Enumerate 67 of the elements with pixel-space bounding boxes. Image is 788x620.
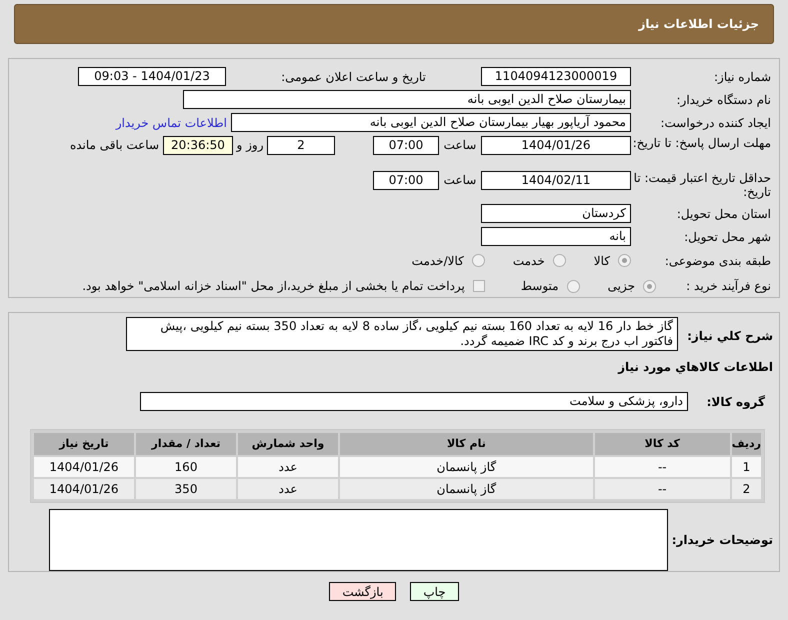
field-label: جزیی xyxy=(608,279,635,294)
radio-button[interactable] xyxy=(552,254,566,268)
table-cell: 1404/01/26 xyxy=(34,479,134,499)
field-label: ایجاد کننده درخواست: xyxy=(659,116,771,130)
field-label: حداقل تاریخ اعتبار قیمت: تا تاریخ: xyxy=(632,171,771,200)
buyer-org-field: بیمارستان صلاح الدین ایوبی بانه xyxy=(183,90,631,109)
table-cell: 2 xyxy=(732,479,761,499)
field-label: تاریخ و ساعت اعلان عمومی: xyxy=(280,70,427,84)
validity-time-field: 07:00 xyxy=(373,171,439,190)
field-label: نام دستگاه خریدار: xyxy=(676,92,771,106)
column-header: واحد شمارش xyxy=(238,433,338,455)
days-field: 2 xyxy=(267,136,335,155)
table-cell: 350 xyxy=(136,479,236,499)
province-field: کردستان xyxy=(481,204,631,224)
page-title: جزئیات اطلاعات نیاز xyxy=(638,16,759,33)
remaining-time-field: 20:36:50 xyxy=(163,136,233,155)
field-label: توضیحات خریدار: xyxy=(670,533,773,547)
column-header: تاریخ نیاز xyxy=(34,433,134,455)
table-cell: 1404/01/26 xyxy=(34,457,134,477)
column-header: ردیف xyxy=(732,433,761,455)
field-label: گروه کالا: xyxy=(706,394,766,408)
column-header: نام کالا xyxy=(340,433,593,455)
description-field[interactable]: گاز خط دار 16 لایه به تعداد 160 بسته نیم کیلویی ،گاز ساده 8 لایه به تعداد 350 بسته نیم کیلویی ،پیش فاکتور اب درج برند و کد IRC ضمیمه گردد. xyxy=(126,317,678,351)
field-label: پرداخت تمام یا بخشی از مبلغ خرید،از محل "اسناد خزانه اسلامی" خواهد بود. xyxy=(82,279,465,294)
field-label: اطلاعات کالاهاي مورد نياز xyxy=(618,360,773,374)
validity-date-field: 1404/02/11 xyxy=(481,171,631,190)
buyer-notes-field[interactable] xyxy=(49,509,668,571)
table-cell: عدد xyxy=(238,457,338,477)
table-cell: -- xyxy=(594,479,730,499)
field-label: کالا xyxy=(594,254,610,268)
field-label: کالا/خدمت xyxy=(412,254,464,268)
field-label: خدمت xyxy=(512,254,545,268)
field-label: مهلت ارسال پاسخ: تا تاریخ: xyxy=(632,136,771,150)
table-cell: 1 xyxy=(732,457,761,477)
radio-button[interactable] xyxy=(643,280,656,293)
buyer-contact-link[interactable]: اطلاعات تماس خریدار xyxy=(116,114,227,132)
table-cell: گاز پانسمان xyxy=(340,479,593,499)
requester-field: محمود آریاپور بهیار بیمارستان صلاح الدین ایوبی بانه xyxy=(231,113,631,132)
field-label: شرح کلي نياز: xyxy=(686,329,773,343)
print-button[interactable]: چاپ xyxy=(410,582,459,601)
table-cell: 160 xyxy=(136,457,236,477)
goods-group-field: دارو، پزشکی و سلامت xyxy=(140,392,688,411)
table-cell: گاز پانسمان xyxy=(340,457,593,477)
radio-button[interactable] xyxy=(566,280,580,293)
deadline-date-field: 1404/01/26 xyxy=(481,136,631,155)
field-label: شماره نیاز: xyxy=(713,70,771,84)
city-field: بانه xyxy=(481,227,631,246)
deadline-time-field: 07:00 xyxy=(373,136,439,155)
field-label: متوسط xyxy=(520,279,559,294)
field-label: ساعت xyxy=(442,173,478,188)
column-header: تعداد / مقدار xyxy=(136,433,236,455)
table-cell: -- xyxy=(594,457,730,477)
announce-date-field: 1404/01/23 - 09:03 xyxy=(78,67,226,86)
field-label: استان محل تحویل: xyxy=(676,206,771,221)
radio-button[interactable] xyxy=(472,254,485,268)
payment-checkbox[interactable] xyxy=(472,280,485,292)
field-label: طبقه بندی موضوعی: xyxy=(664,254,771,268)
back-button[interactable]: بازگشت xyxy=(329,582,396,601)
field-label: نوع فرآیند خرید : xyxy=(685,279,771,294)
need-number-field: 1104094123000019 xyxy=(481,67,631,86)
radio-button[interactable] xyxy=(618,254,631,268)
field-label: ساعت باقی مانده xyxy=(70,138,159,152)
column-header: کد کالا xyxy=(594,433,730,455)
table-cell: عدد xyxy=(238,479,338,499)
field-label: روز و xyxy=(235,138,264,152)
field-label: شهر محل تحویل: xyxy=(683,230,771,244)
field-label: ساعت xyxy=(442,138,478,152)
